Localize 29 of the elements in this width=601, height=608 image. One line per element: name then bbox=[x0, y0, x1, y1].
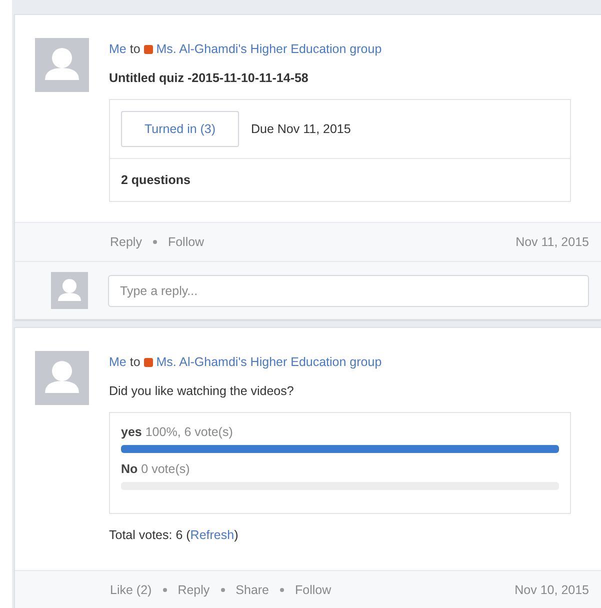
action-link[interactable]: Like (2) bbox=[110, 583, 152, 597]
question-count: 2 questions bbox=[121, 173, 190, 187]
group-icon bbox=[144, 45, 153, 54]
action-link[interactable]: Reply bbox=[110, 235, 142, 249]
group-link[interactable]: Ms. Al-Ghamdi's Higher Education group bbox=[156, 42, 382, 56]
action-link[interactable]: Follow bbox=[295, 583, 332, 597]
action-link[interactable]: Reply bbox=[178, 583, 210, 597]
turned-in-button[interactable]: Turned in (3) bbox=[121, 111, 239, 147]
poll-option: No 0 vote(s) bbox=[121, 462, 559, 476]
author-link[interactable]: Me bbox=[109, 42, 126, 56]
refresh-link[interactable]: Refresh bbox=[190, 528, 234, 542]
action-link[interactable]: Follow bbox=[168, 235, 204, 249]
due-date: Due Nov 11, 2015 bbox=[251, 122, 351, 136]
author-link[interactable]: Me bbox=[109, 355, 126, 369]
post-header: Me to Ms. Al-Ghamdi's Higher Education group bbox=[109, 41, 383, 57]
post-date: Nov 11, 2015 bbox=[516, 235, 589, 249]
avatar-icon bbox=[51, 272, 88, 309]
group-icon bbox=[144, 358, 153, 367]
action-link[interactable]: Share bbox=[236, 583, 270, 597]
avatar-icon bbox=[35, 38, 89, 92]
quiz-title: Untitled quiz -2015-11-10-11-14-58 bbox=[109, 71, 310, 85]
group-link[interactable]: Ms. Al-Ghamdi's Higher Education group bbox=[156, 355, 382, 369]
total-votes: Total votes: 6 (Refresh) bbox=[109, 528, 240, 544]
post-header: Me to Ms. Al-Ghamdi's Higher Education group bbox=[109, 354, 383, 370]
post-date: Nov 10, 2015 bbox=[514, 583, 589, 597]
poll-question: Did you like watching the videos? bbox=[109, 384, 295, 398]
reply-field[interactable]: Type a reply... bbox=[108, 274, 589, 306]
avatar-icon bbox=[35, 351, 89, 405]
poll-option: yes 100%, 6 vote(s) bbox=[121, 425, 559, 439]
